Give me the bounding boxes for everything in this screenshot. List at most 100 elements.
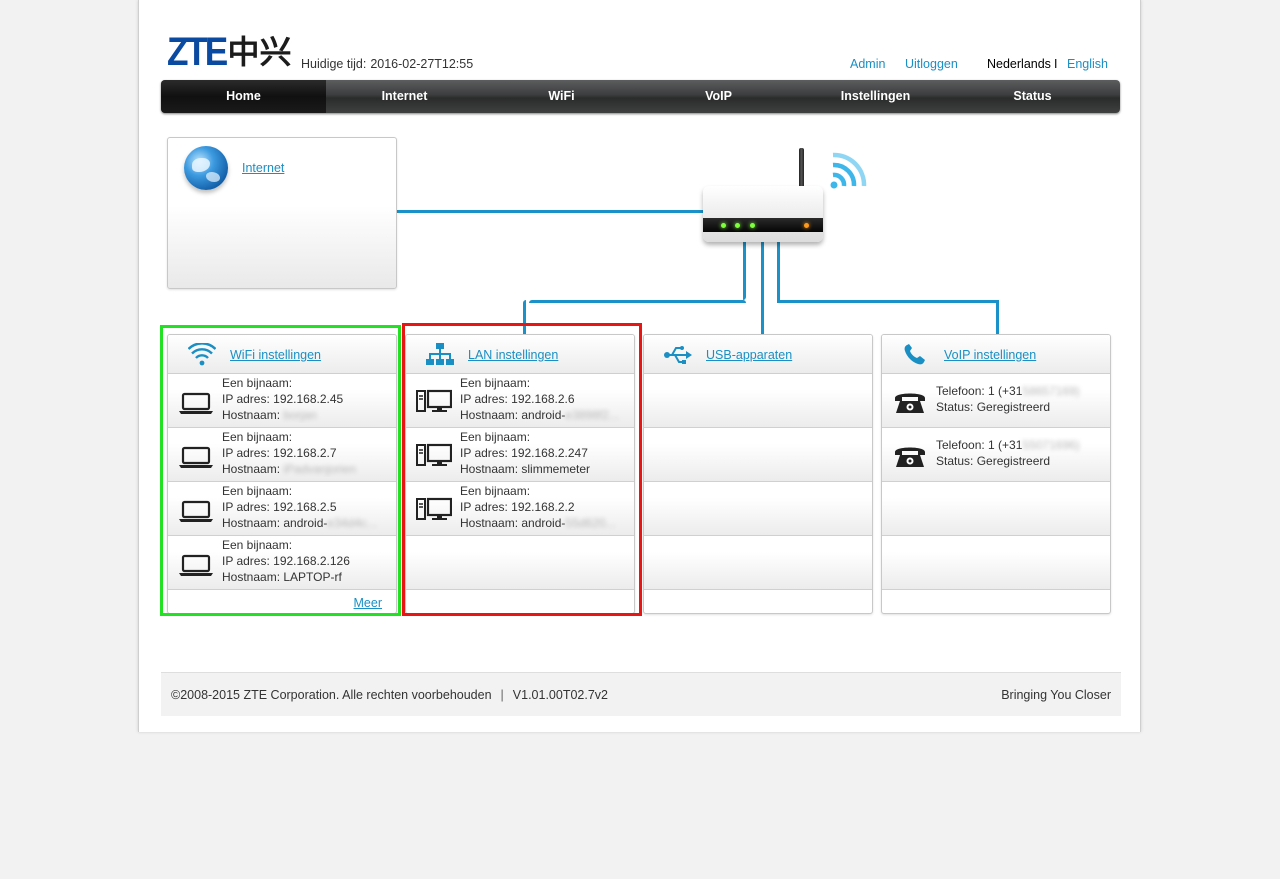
device-ip: IP adres: 192.168.2.45 [222, 392, 344, 406]
device-hostname: Hostnaam: LAPTOP-rf [222, 569, 392, 585]
telephone-icon [892, 442, 928, 470]
wire-internet-router [397, 210, 707, 213]
device-ip: IP adres: 192.168.2.126 [222, 554, 350, 568]
usb-devices-link[interactable]: USB-apparaten [706, 348, 792, 362]
voip-line-row[interactable]: Telefoon: 1 (+3158657169) Status: Geregis… [882, 374, 1110, 428]
hostname-label: Hostnaam: [460, 462, 522, 476]
device-info: Een bijnaam: IP adres: 192.168.2.6 Hostnaa… [460, 375, 630, 423]
router-led [721, 223, 726, 228]
internet-link[interactable]: Internet [242, 161, 284, 175]
device-row[interactable]: Een bijnaam: IP adres: 192.168.2.7 Hostnaa… [168, 428, 396, 482]
lan-panel: LAN instellingen Een bijnaam: IP adres: 1… [405, 334, 635, 614]
voip-line-info: Telefoon: 1 (+3158657169) Status: Geregis… [936, 383, 1106, 415]
hostname-label: Hostnaam: [222, 408, 284, 422]
desktop-computer-icon [416, 388, 453, 416]
desktop-computer-icon [416, 496, 453, 524]
tab-voip[interactable]: VoIP [640, 80, 797, 113]
device-hostname: Hostnaam: slimmemeter [460, 461, 630, 477]
device-ip: IP adres: 192.168.2.2 [460, 500, 575, 514]
device-info: Een bijnaam: IP adres: 192.168.2.247 Hostn… [460, 429, 630, 477]
hostname-label: Hostnaam: [222, 570, 284, 584]
device-ip: IP adres: 192.168.2.6 [460, 392, 575, 406]
device-nickname: Een bijnaam: [222, 376, 293, 390]
usb-panel: USB-apparaten [643, 334, 873, 614]
logo-chinese: 中兴 [227, 33, 292, 71]
device-row[interactable]: Een bijnaam: IP adres: 192.168.2.126 Hostn… [168, 536, 396, 590]
wifi-settings-link[interactable]: WiFi instellingen [230, 348, 321, 362]
router-admin-page: ZTE 中兴 Huidige tijd: 2016-02-27T12:55 Adm… [138, 0, 1141, 732]
tab-internet[interactable]: Internet [326, 80, 483, 113]
device-hostname: Hostnaam: android-55d620... [460, 515, 630, 531]
more-link[interactable]: Meer [354, 596, 382, 610]
laptop-icon [178, 388, 214, 416]
device-nickname: Een bijnaam: [460, 484, 531, 498]
tab-home[interactable]: Home [161, 80, 326, 113]
hostname-label: Hostnaam: [222, 462, 284, 476]
list-item [644, 374, 872, 428]
wifi-signal-icon [830, 152, 867, 189]
logout-link[interactable]: Uitloggen [905, 57, 958, 71]
device-nickname: Een bijnaam: [222, 538, 293, 552]
voip-phone-number: Telefoon: 1 (+3158657169) [936, 383, 1106, 399]
tab-instellingen[interactable]: Instellingen [797, 80, 954, 113]
network-icon [426, 343, 454, 365]
tab-status[interactable]: Status [954, 80, 1111, 113]
lan-settings-link[interactable]: LAN instellingen [468, 348, 558, 362]
hostname-redacted: borjan [283, 408, 317, 422]
language-dutch[interactable]: Nederlands [987, 57, 1051, 71]
footer-separator: | [500, 688, 504, 702]
telephone-icon [892, 388, 928, 416]
device-row[interactable]: Een bijnaam: IP adres: 192.168.2.2 Hostnaa… [406, 482, 634, 536]
router-led [804, 223, 809, 228]
language-english[interactable]: English [1067, 57, 1108, 71]
list-item [644, 428, 872, 482]
logo-latin: ZTE [167, 30, 228, 74]
device-nickname: Een bijnaam: [222, 484, 293, 498]
laptop-icon [178, 442, 214, 470]
voip-panel: VoIP instellingen Telefoon: 1 (+31586571… [881, 334, 1111, 614]
hostname-redacted: e34d4c... [327, 516, 377, 530]
main-nav: Home Internet WiFi VoIP Instellingen Sta… [161, 80, 1120, 113]
router-icon [703, 148, 823, 244]
desktop-computer-icon [416, 442, 453, 470]
device-row[interactable]: Een bijnaam: IP adres: 192.168.2.6 Hostnaa… [406, 374, 634, 428]
device-nickname: Een bijnaam: [222, 430, 293, 444]
list-item [406, 536, 634, 590]
wire-router-voip-h [777, 300, 999, 303]
router-led [735, 223, 740, 228]
device-ip: IP adres: 192.168.2.5 [222, 500, 337, 514]
voip-settings-link[interactable]: VoIP instellingen [944, 348, 1036, 362]
internet-box: Internet [167, 137, 397, 289]
hostname-redacted: 55d620... [565, 516, 616, 530]
voip-status: Status: Geregistreerd [936, 400, 1051, 414]
router-body [703, 186, 823, 242]
phone-number-redacted: 55071696) [1022, 438, 1080, 452]
hostname-label: Hostnaam: [222, 516, 284, 530]
voip-line-info: Telefoon: 1 (+3155071696) Status: Geregis… [936, 437, 1106, 469]
phone-icon [904, 344, 925, 365]
voip-panel-header: VoIP instellingen [882, 335, 1110, 374]
hostname-redacted: iPadvanjorien [283, 462, 357, 476]
hostname-value: android- [521, 408, 566, 422]
wifi-panel: WiFi instellingen Een bijnaam: IP adres: … [167, 334, 397, 614]
device-row[interactable]: Een bijnaam: IP adres: 192.168.2.45 Hostna… [168, 374, 396, 428]
hostname-label: Hostnaam: [460, 516, 522, 530]
usb-icon [664, 346, 692, 364]
wire-voip-drop [996, 300, 999, 334]
footer-copyright: ©2008-2015 ZTE Corporation. Alle rechten… [171, 688, 608, 702]
wifi-icon [188, 343, 216, 366]
voip-line-row[interactable]: Telefoon: 1 (+3155071696) Status: Geregis… [882, 428, 1110, 482]
globe-icon [184, 146, 228, 190]
admin-link[interactable]: Admin [850, 57, 885, 71]
voip-status: Status: Geregistreerd [936, 454, 1051, 468]
wire-router-lan-v [743, 242, 746, 300]
list-item [882, 536, 1110, 590]
wifi-panel-footer: Meer [168, 590, 396, 613]
list-item [644, 482, 872, 536]
device-row[interactable]: Een bijnaam: IP adres: 192.168.2.5 Hostnaa… [168, 482, 396, 536]
tab-wifi[interactable]: WiFi [483, 80, 640, 113]
device-hostname: Hostnaam: borjan [222, 407, 392, 423]
device-row[interactable]: Een bijnaam: IP adres: 192.168.2.247 Hostn… [406, 428, 634, 482]
hostname-value: android- [283, 516, 328, 530]
device-ip: IP adres: 192.168.2.7 [222, 446, 337, 460]
